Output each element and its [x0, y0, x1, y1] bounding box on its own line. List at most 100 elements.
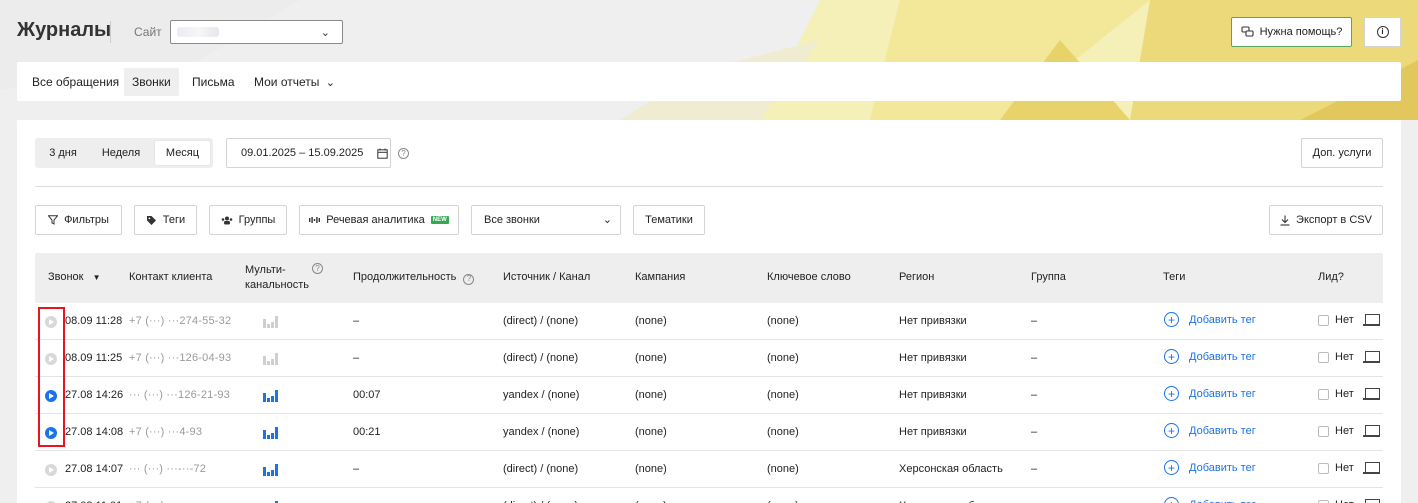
play-icon[interactable] [45, 464, 57, 476]
region: Нет привязки [899, 352, 967, 364]
call-duration: – [353, 463, 360, 475]
help-question-icon[interactable]: ? [312, 263, 323, 274]
table-row[interactable]: 27.08 14:26 ··· (···) ···126-21-93 00:07 ya… [35, 377, 1383, 414]
multichannel-icon[interactable] [263, 499, 279, 503]
groups-label: Группы [238, 214, 276, 226]
column-duration: Продолжительность ? [353, 271, 475, 285]
add-tag-button[interactable]: + Добавить тег [1164, 497, 1256, 503]
table-row[interactable]: 27.08 11:01+7 (···) ···-··-··–(direct) /… [35, 488, 1383, 503]
client-contact: ··· (···) ···-··-72 [129, 463, 207, 475]
group: – [1031, 426, 1038, 438]
add-tag-button[interactable]: + Добавить тег [1164, 386, 1256, 401]
group: – [1031, 389, 1038, 401]
help-question-icon[interactable]: ? [463, 273, 475, 285]
table-row[interactable]: 27.08 14:08 +7 (···) ···4-93 00:21 yandex /… [35, 414, 1383, 451]
filter-icon [48, 215, 59, 225]
add-tag-label: Добавить тег [1189, 350, 1256, 363]
client-contact: +7 (···) ···126-04-93 [129, 352, 232, 364]
lead-label: Нет [1335, 314, 1354, 326]
plus-circle-icon: + [1164, 312, 1179, 327]
group: – [1031, 315, 1038, 327]
laptop-icon[interactable] [1363, 499, 1380, 503]
chevron-down-icon: ⌄ [320, 27, 330, 39]
calls-journal-card: 3 дня Неделя Месяц 09.01.2025 – 15.09.20… [17, 120, 1401, 503]
call-datetime: 27.08 14:08 [65, 426, 124, 438]
laptop-icon[interactable] [1362, 314, 1380, 326]
help-button[interactable]: Нужна помощь? [1231, 17, 1352, 47]
lead-checkbox[interactable] [1318, 499, 1329, 503]
chevron-down-icon: ⌄ [325, 77, 335, 89]
period-3-days[interactable]: 3 дня [41, 141, 85, 165]
laptop-icon[interactable] [1362, 462, 1380, 474]
date-range-picker[interactable]: 09.01.2025 – 15.09.2025 [226, 138, 391, 168]
extra-services-button[interactable]: Доп. услуги [1301, 138, 1383, 168]
column-region: Регион [899, 271, 935, 283]
lead-checkbox[interactable] [1318, 462, 1329, 474]
add-tag-button[interactable]: + Добавить тег [1164, 460, 1256, 475]
new-badge: NEW [430, 216, 449, 224]
highlight-box [38, 307, 65, 447]
column-contact: Контакт клиента [129, 271, 213, 283]
multichannel-icon[interactable] [263, 425, 279, 439]
keyword: (none) [767, 426, 799, 438]
plus-circle-icon: + [1164, 386, 1179, 401]
call-duration: – [353, 352, 360, 364]
lead-checkbox[interactable] [1318, 351, 1329, 363]
plus-circle-icon: + [1164, 497, 1179, 503]
tab-calls[interactable]: Звонки [124, 68, 179, 96]
tab-letters[interactable]: Письма [184, 68, 243, 96]
divider [35, 186, 1383, 187]
export-csv-button[interactable]: Экспорт в CSV [1269, 205, 1383, 235]
table-row[interactable]: 27.08 14:07 ··· (···) ···-··-72 – (direct) … [35, 451, 1383, 488]
multichannel-icon[interactable] [263, 462, 279, 476]
add-tag-button[interactable]: + Добавить тег [1164, 423, 1256, 438]
tab-my-reports[interactable]: Мои отчеты ⌄ [246, 68, 343, 96]
help-question-icon[interactable]: ? [398, 148, 409, 159]
tag-icon [146, 215, 156, 225]
campaign: (none) [635, 463, 667, 475]
filters-button[interactable]: Фильтры [35, 205, 122, 235]
groups-button[interactable]: Группы [209, 205, 287, 235]
add-tag-button[interactable]: + Добавить тег [1164, 312, 1256, 327]
table-row[interactable]: 08.09 11:28 +7 (···) ···274-55-32 – (direct… [35, 303, 1383, 340]
laptop-icon[interactable] [1362, 425, 1380, 437]
lead-checkbox[interactable] [1318, 314, 1329, 326]
table-row[interactable]: 08.09 11:25 +7 (···) ···126-04-93 – (direct… [35, 340, 1383, 377]
multichannel-icon[interactable] [263, 388, 279, 402]
period-switcher: 3 дня Неделя Месяц [35, 138, 213, 168]
lead-checkbox[interactable] [1318, 425, 1329, 437]
multichannel-icon[interactable] [263, 351, 279, 365]
lead-checkbox[interactable] [1318, 388, 1329, 400]
column-group: Группа [1031, 271, 1066, 283]
filters-label: Фильтры [64, 214, 109, 226]
calls-type-select[interactable]: Все звонки ⌄ [471, 205, 621, 235]
column-call[interactable]: Звонок ▼ [48, 271, 100, 283]
lead-label: Нет [1335, 351, 1354, 363]
tab-all-requests[interactable]: Все обращения [24, 68, 127, 96]
lead-cell: Нет [1318, 314, 1380, 326]
help-button-label: Нужна помощь? [1259, 26, 1343, 38]
campaign: (none) [635, 389, 667, 401]
info-button[interactable]: i [1364, 17, 1401, 47]
speech-analytics-label: Речевая аналитика [326, 214, 425, 226]
source-channel: (direct) / (none) [503, 463, 579, 475]
region: Нет привязки [899, 389, 967, 401]
site-select[interactable]: ⌄ [170, 20, 343, 44]
lead-label: Нет [1335, 499, 1354, 503]
period-week[interactable]: Неделя [93, 141, 149, 165]
add-tag-label: Добавить тег [1189, 313, 1256, 326]
add-tag-button[interactable]: + Добавить тег [1164, 349, 1256, 364]
tags-button[interactable]: Теги [134, 205, 197, 235]
topics-button[interactable]: Тематики [633, 205, 705, 235]
multichannel-icon[interactable] [263, 314, 279, 328]
source-channel: (direct) / (none) [503, 352, 579, 364]
period-month[interactable]: Месяц [155, 141, 210, 165]
campaign: (none) [635, 426, 667, 438]
laptop-icon[interactable] [1362, 351, 1380, 363]
client-contact: +7 (···) ···4-93 [129, 426, 203, 438]
column-campaign: Кампания [635, 271, 686, 283]
laptop-icon[interactable] [1362, 388, 1380, 400]
speech-analytics-button[interactable]: Речевая аналитика NEW [299, 205, 459, 235]
keyword: (none) [767, 389, 799, 401]
tags-label: Теги [162, 214, 186, 226]
